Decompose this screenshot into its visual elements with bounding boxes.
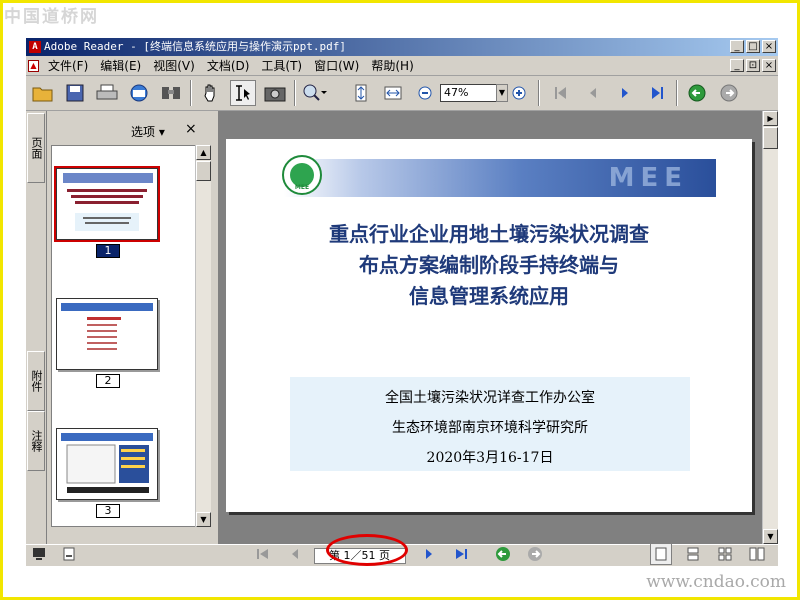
menu-tools[interactable]: 工具(T) xyxy=(257,57,310,75)
slide-title-line-3: 信息管理系统应用 xyxy=(409,284,569,308)
close-button[interactable]: × xyxy=(762,40,776,53)
fit-height-icon[interactable] xyxy=(348,80,374,106)
print-icon[interactable] xyxy=(94,80,120,106)
zoom-icon[interactable] xyxy=(302,80,328,106)
tab-attachments[interactable]: 附件 xyxy=(27,351,45,411)
thumbnail-label-3: 3 xyxy=(96,504,120,518)
status-first-page-icon[interactable] xyxy=(252,543,274,565)
hand-icon[interactable] xyxy=(198,80,224,106)
prev-page-icon[interactable] xyxy=(580,80,606,106)
panel-close-button[interactable]: × xyxy=(185,121,197,137)
facing-view-icon[interactable] xyxy=(714,543,736,565)
scroll-down-icon[interactable]: ▼ xyxy=(763,529,778,544)
search-icon[interactable] xyxy=(158,80,184,106)
scrollbar-thumb[interactable] xyxy=(763,127,778,149)
adobe-reader-window: A Adobe Reader - [终端信息系统应用与操作演示ppt.pdf] … xyxy=(26,38,778,566)
window-title: Adobe Reader - [终端信息系统应用与操作演示ppt.pdf] xyxy=(44,40,346,53)
slide-date: 2020年3月16-17日 xyxy=(426,450,554,466)
status-back-icon[interactable] xyxy=(492,543,514,565)
minimize-button[interactable]: _ xyxy=(730,40,744,53)
toolbar-separator xyxy=(538,80,540,106)
document-pane: MEE MEE 重点行业企业用地土壤污染状况调查 布点方案编制阶段手持终端与 信… xyxy=(218,111,762,544)
toolbar-separator xyxy=(676,80,678,106)
options-menu[interactable]: 选项 ▾ xyxy=(131,123,165,140)
scroll-up-icon[interactable]: ▶ xyxy=(763,111,778,126)
tab-comments[interactable]: 注释 xyxy=(27,411,45,471)
watermark-bottom: www.cndao.com xyxy=(646,572,786,592)
continuous-view-icon[interactable] xyxy=(682,543,704,565)
pdf-page: MEE MEE 重点行业企业用地土壤污染状况调查 布点方案编制阶段手持终端与 信… xyxy=(226,139,752,512)
doc-close-button[interactable]: × xyxy=(762,59,776,72)
doc-restore-button[interactable]: ⊡ xyxy=(746,59,760,72)
scrollbar-thumb[interactable] xyxy=(196,161,211,181)
status-forward-icon[interactable] xyxy=(524,543,546,565)
menu-view[interactable]: 视图(V) xyxy=(149,57,203,75)
menu-window[interactable]: 窗口(W) xyxy=(310,57,367,75)
thumbnail-list: 1 2 3 xyxy=(51,145,196,527)
watermark-top: 中国道桥网 xyxy=(4,7,99,27)
organization-line-2: 生态环境部南京环境科学研究所 xyxy=(392,420,588,436)
zoom-in-icon[interactable] xyxy=(506,80,532,106)
menu-file[interactable]: 文件(F) xyxy=(44,57,96,75)
back-icon[interactable] xyxy=(684,80,710,106)
page-thumbnail-2[interactable] xyxy=(56,298,158,370)
slide-title-line-1: 重点行业企业用地土壤污染状况调查 xyxy=(329,222,649,246)
zoom-level-field[interactable]: 47% xyxy=(440,84,500,102)
thumbnail-label-2: 2 xyxy=(96,374,120,388)
menu-document[interactable]: 文档(D) xyxy=(203,57,258,75)
snapshot-icon[interactable] xyxy=(262,80,288,106)
adobe-reader-icon: A xyxy=(29,41,41,53)
slide-title-line-2: 布点方案编制阶段手持终端与 xyxy=(359,253,619,277)
menu-edit[interactable]: 编辑(E) xyxy=(96,57,149,75)
slide-info-box: 全国土壤污染状况详查工作办公室 生态环境部南京环境科学研究所 2020年3月16… xyxy=(290,377,690,471)
thumbnail-scrollbar[interactable]: ▲ ▼ xyxy=(195,145,211,527)
maximize-button[interactable]: □ xyxy=(746,40,760,53)
logo-text: MEE xyxy=(294,184,310,191)
last-page-icon[interactable] xyxy=(644,80,670,106)
screen-icon[interactable] xyxy=(28,543,50,565)
tab-pages[interactable]: 页面 xyxy=(27,113,45,183)
page-thumbnail-1[interactable] xyxy=(54,166,160,242)
open-icon[interactable] xyxy=(30,80,56,106)
doc-minimize-button[interactable]: _ xyxy=(730,59,744,72)
menu-bar: ▲ 文件(F) 编辑(E) 视图(V) 文档(D) 工具(T) 窗口(W) 帮助… xyxy=(26,57,778,76)
document-scrollbar[interactable]: ▶ ▼ xyxy=(762,111,778,544)
toolbar-separator xyxy=(190,80,192,106)
navigation-tabs: 页面 附件 注释 xyxy=(26,111,46,544)
email-icon[interactable] xyxy=(126,80,152,106)
scroll-down-icon[interactable]: ▼ xyxy=(196,512,211,527)
status-prev-page-icon[interactable] xyxy=(284,543,306,565)
thumbnail-label-1: 1 xyxy=(96,244,120,258)
title-bar: A Adobe Reader - [终端信息系统应用与操作演示ppt.pdf] … xyxy=(26,38,778,56)
page-size-icon[interactable] xyxy=(58,543,80,565)
status-last-page-icon[interactable] xyxy=(450,543,472,565)
first-page-icon[interactable] xyxy=(548,80,574,106)
fit-width-icon[interactable] xyxy=(380,80,406,106)
save-icon[interactable] xyxy=(62,80,88,106)
toolbar-separator xyxy=(294,80,296,106)
next-page-icon[interactable] xyxy=(612,80,638,106)
window-controls: _ □ × xyxy=(730,40,776,53)
page-thumbnail-3[interactable] xyxy=(56,428,158,500)
select-text-icon[interactable] xyxy=(230,80,256,106)
banner-mee-text: MEE xyxy=(608,163,688,193)
mee-logo: MEE xyxy=(282,155,322,195)
pages-panel: 选项 ▾ × 1 2 3 ▲ ▼ xyxy=(46,111,212,544)
pages-panel-header: 选项 ▾ × xyxy=(47,111,213,145)
toolbar: 47% ▼ xyxy=(26,76,778,111)
status-next-page-icon[interactable] xyxy=(418,543,440,565)
zoom-out-icon[interactable] xyxy=(412,80,438,106)
continuous-facing-view-icon[interactable] xyxy=(746,543,768,565)
slide-banner: MEE xyxy=(284,159,716,197)
forward-icon[interactable] xyxy=(716,80,742,106)
single-page-view-icon[interactable] xyxy=(650,543,672,565)
slide-title: 重点行业企业用地土壤污染状况调查 布点方案编制阶段手持终端与 信息管理系统应用 xyxy=(226,219,752,312)
menu-help[interactable]: 帮助(H) xyxy=(367,57,421,75)
annotation-circle xyxy=(326,534,408,566)
organization-line-1: 全国土壤污染状况详查工作办公室 xyxy=(385,390,595,406)
scroll-up-icon[interactable]: ▲ xyxy=(196,145,211,160)
pdf-document-icon[interactable]: ▲ xyxy=(28,60,39,72)
document-controls: _ ⊡ × xyxy=(730,59,776,72)
